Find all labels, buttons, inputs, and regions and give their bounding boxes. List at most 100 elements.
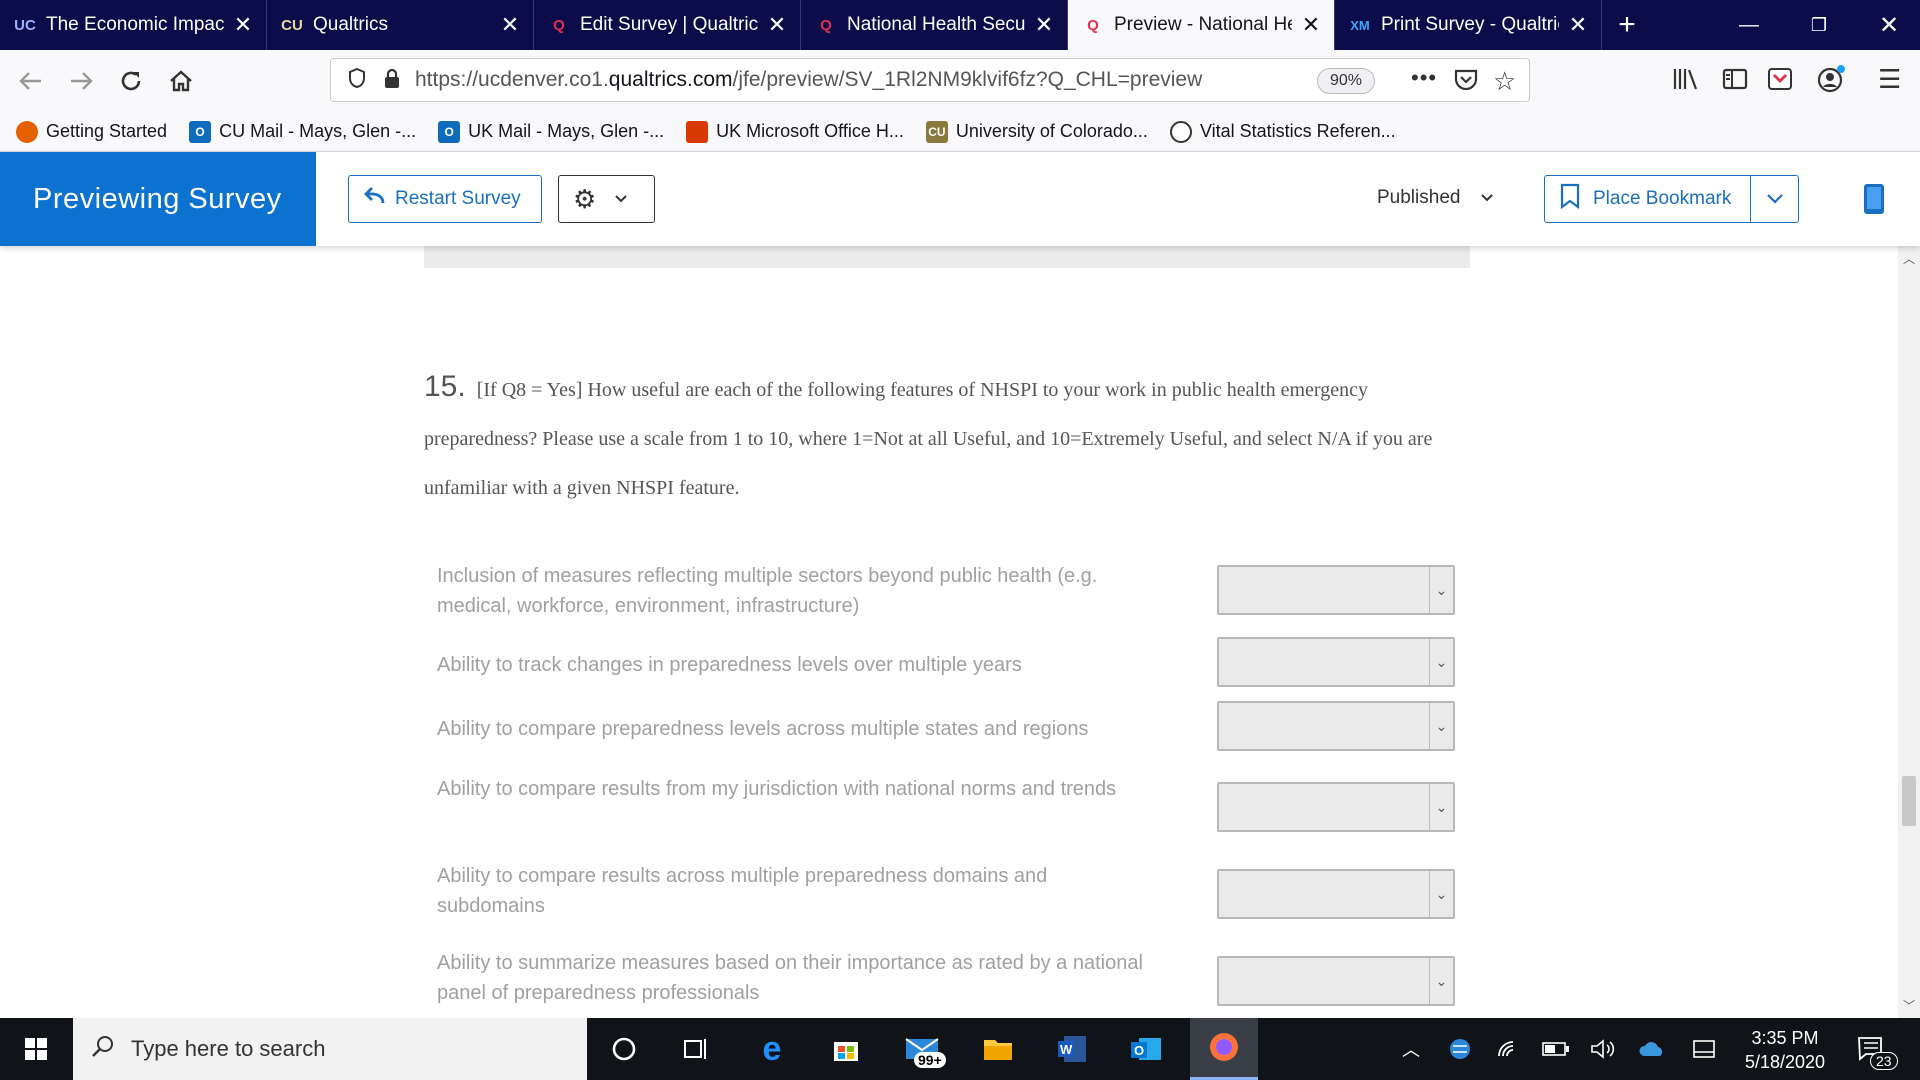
tools-dropdown-button[interactable]: ⚙: [558, 175, 655, 223]
task-view-icon[interactable]: [674, 1027, 718, 1071]
previous-question-block: [424, 246, 1470, 268]
battery-icon[interactable]: [1542, 1018, 1570, 1080]
word-icon[interactable]: W: [1050, 1027, 1094, 1071]
home-icon[interactable]: [158, 58, 204, 104]
back-icon[interactable]: [8, 58, 54, 104]
input-indicator-icon[interactable]: [1692, 1018, 1716, 1080]
tab-edit-survey[interactable]: Q Edit Survey | Qualtrics ✕: [534, 0, 801, 50]
pocket-saved-icon[interactable]: [1766, 65, 1794, 98]
bookmark-star-icon[interactable]: ☆: [1493, 66, 1516, 97]
tab-qualtrics[interactable]: CU Qualtrics ✕: [267, 0, 534, 50]
minimize-icon[interactable]: —: [1718, 0, 1780, 50]
tab-economic-impact[interactable]: UC The Economic Impact ✕: [0, 0, 267, 50]
onedrive-icon[interactable]: [1638, 1018, 1666, 1080]
windows-start-icon[interactable]: [14, 1027, 58, 1071]
outlook-icon: O: [189, 120, 212, 143]
chevron-down-icon: ⌄: [1429, 871, 1453, 917]
search-icon: [91, 1034, 115, 1064]
chevron-down-icon: [1480, 187, 1494, 208]
cu-favicon-icon: CU: [281, 16, 303, 34]
usefulness-dropdown[interactable]: ⌄: [1217, 565, 1455, 615]
bookmark-cu-mail[interactable]: O CU Mail - Mays, Glen -...: [189, 120, 416, 143]
row-label: Ability to summarize measures based on t…: [437, 952, 1143, 1004]
sidebar-icon[interactable]: [1722, 66, 1748, 97]
pocket-icon[interactable]: [1453, 68, 1479, 97]
question-15: 15. [If Q8 = Yes] How useful are each of…: [424, 362, 1464, 513]
reload-icon[interactable]: [108, 58, 154, 104]
menu-icon[interactable]: ☰: [1878, 64, 1901, 95]
shield-icon[interactable]: [347, 67, 367, 94]
mobile-preview-icon[interactable]: [1862, 182, 1886, 221]
taskbar-search-box[interactable]: Type here to search: [73, 1018, 587, 1080]
edge-icon[interactable]: e: [750, 1027, 794, 1071]
tab-preview-active[interactable]: Q Preview - National He ✕: [1068, 0, 1335, 50]
page-scrollbar[interactable]: ︿ ﹀: [1898, 246, 1920, 1018]
restart-survey-button[interactable]: Restart Survey: [348, 175, 542, 223]
wifi-icon[interactable]: [1496, 1018, 1522, 1080]
clock-time: 3:35 PM: [1751, 1028, 1819, 1048]
bookmark-getting-started[interactable]: Getting Started: [16, 120, 167, 143]
tab-print-survey[interactable]: XM Print Survey - Qualtric ✕: [1335, 0, 1602, 50]
bookmark-uk-mail[interactable]: O UK Mail - Mays, Glen -...: [438, 120, 665, 143]
navigation-bar: https://ucdenver.co1.qualtrics.com/jfe/p…: [0, 50, 1920, 112]
scrollbar-thumb[interactable]: [1902, 776, 1916, 826]
close-tab-icon[interactable]: ✕: [499, 12, 521, 38]
new-tab-button[interactable]: +: [1602, 0, 1652, 50]
bookmark-university-colorado[interactable]: CU University of Colorado...: [925, 120, 1148, 143]
row-label: Ability to compare results from my juris…: [437, 778, 1117, 800]
network-globe-icon[interactable]: [1448, 1018, 1472, 1080]
usefulness-dropdown[interactable]: ⌄: [1217, 782, 1455, 832]
browser-tab-strip: UC The Economic Impact ✕ CU Qualtrics ✕ …: [0, 0, 1920, 50]
usefulness-dropdown[interactable]: ⌄: [1217, 637, 1455, 687]
usefulness-dropdown[interactable]: ⌄: [1217, 956, 1455, 1006]
chevron-down-icon: ⌄: [1429, 567, 1453, 613]
bookmark-label: Vital Statistics Referen...: [1199, 121, 1396, 141]
bookmark-label: UK Mail - Mays, Glen -...: [468, 121, 665, 141]
bookmark-vital-statistics[interactable]: Vital Statistics Referen...: [1169, 120, 1396, 143]
close-tab-icon[interactable]: ✕: [1567, 12, 1589, 38]
usefulness-dropdown[interactable]: ⌄: [1217, 869, 1455, 919]
restore-icon[interactable]: ❐: [1788, 0, 1850, 50]
bookmark-uk-office[interactable]: UK Microsoft Office H...: [686, 120, 904, 143]
bookmark-menu-chevron-icon[interactable]: [1750, 176, 1798, 222]
file-explorer-icon[interactable]: [976, 1027, 1020, 1071]
notification-count-badge: 23: [1870, 1052, 1898, 1070]
lock-icon[interactable]: [383, 67, 401, 94]
url-domain: qualtrics.com: [608, 68, 733, 91]
outlook-icon[interactable]: O: [1124, 1027, 1168, 1071]
close-tab-icon[interactable]: ✕: [1033, 12, 1055, 38]
show-hidden-icons-icon[interactable]: ︿: [1402, 1018, 1420, 1080]
account-icon[interactable]: [1816, 64, 1846, 99]
restart-arrow-icon: [363, 186, 385, 212]
scroll-down-icon[interactable]: ﹀: [1903, 997, 1915, 1014]
url-bar[interactable]: https://ucdenver.co1.qualtrics.com/jfe/p…: [330, 58, 1530, 102]
tab-title: Qualtrics: [313, 14, 388, 35]
cortana-icon[interactable]: [602, 1027, 646, 1071]
place-bookmark-button[interactable]: Place Bookmark: [1544, 175, 1799, 223]
taskbar-clock[interactable]: 3:35 PM 5/18/2020: [1730, 1026, 1840, 1074]
action-center-icon[interactable]: [1856, 1018, 1886, 1080]
tab-title: Preview - National He: [1114, 14, 1292, 35]
firefox-taskbar-button[interactable]: [1190, 1018, 1258, 1080]
outlook-icon: O: [438, 120, 461, 143]
bookmark-label: University of Colorado...: [955, 121, 1148, 141]
library-icon[interactable]: [1672, 66, 1700, 97]
scroll-up-icon[interactable]: ︿: [1903, 250, 1915, 267]
close-tab-icon[interactable]: ✕: [1300, 12, 1322, 38]
published-version-dropdown[interactable]: Published: [1377, 187, 1494, 209]
qualtrics-favicon-icon: Q: [820, 16, 832, 34]
close-tab-icon[interactable]: ✕: [232, 12, 254, 38]
forward-icon[interactable]: [58, 58, 104, 104]
usefulness-dropdown[interactable]: ⌄: [1217, 701, 1455, 751]
close-window-icon[interactable]: ✕: [1858, 0, 1920, 50]
mail-unread-badge: 99+: [914, 1052, 946, 1068]
tab-national-health[interactable]: Q National Health Securi ✕: [801, 0, 1068, 50]
volume-icon[interactable]: [1590, 1018, 1616, 1080]
zoom-level-badge[interactable]: 90%: [1317, 68, 1376, 94]
url-text[interactable]: https://ucdenver.co1.qualtrics.com/jfe/p…: [415, 68, 1202, 92]
store-icon[interactable]: [824, 1027, 868, 1071]
chevron-down-icon: ⌄: [1429, 958, 1453, 1004]
published-label: Published: [1377, 187, 1461, 208]
close-tab-icon[interactable]: ✕: [766, 12, 788, 38]
page-actions-icon[interactable]: •••: [1411, 65, 1437, 91]
